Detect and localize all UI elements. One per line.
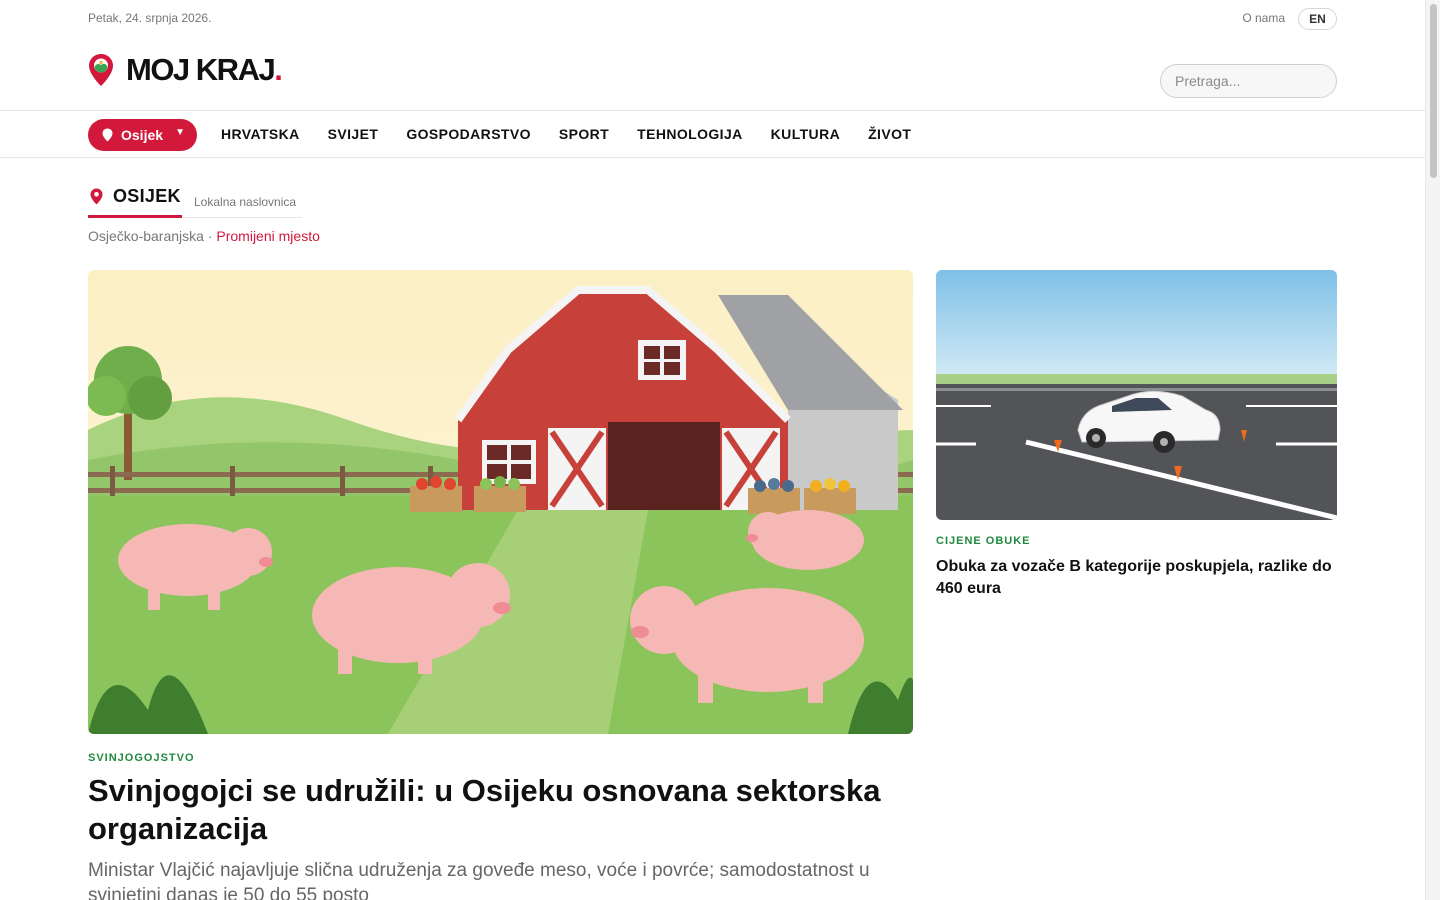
about-link[interactable]: O nama bbox=[1242, 11, 1285, 25]
side-article-image[interactable] bbox=[936, 270, 1337, 520]
change-location-link[interactable]: Promijeni mjesto bbox=[216, 228, 319, 244]
nav-item-zivot[interactable]: ŽIVOT bbox=[868, 126, 911, 142]
nav-item-sport[interactable]: SPORT bbox=[559, 126, 609, 142]
active-underline bbox=[88, 215, 182, 218]
location-pin-icon bbox=[102, 128, 113, 142]
nav-item-hrvatska[interactable]: HRVATSKA bbox=[221, 126, 300, 142]
nav-item-svijet[interactable]: SVIJET bbox=[328, 126, 379, 142]
location-city: OSIJEK bbox=[113, 186, 181, 206]
side-article-title[interactable]: Obuka za vozače B kategorije poskupjela,… bbox=[936, 556, 1337, 600]
nav-item-tehnologija[interactable]: TEHNOLOGIJA bbox=[637, 126, 743, 142]
region-line: Osječko-baranjska · Promijeni mjesto bbox=[88, 228, 320, 244]
city-selector-button[interactable]: Osijek ▼ bbox=[88, 119, 197, 151]
main-article-category[interactable]: SVINJOGOJSTVO bbox=[88, 752, 195, 764]
city-selector-label: Osijek bbox=[121, 127, 164, 143]
location-pin-icon bbox=[90, 188, 103, 205]
page-scrollbar[interactable] bbox=[1425, 0, 1440, 900]
region-name: Osječko-baranjska bbox=[88, 228, 204, 244]
nav-item-kultura[interactable]: KULTURA bbox=[771, 126, 840, 142]
location-subtitle: Lokalna naslovnica bbox=[194, 195, 297, 209]
site-logo[interactable]: MOJ KRAJ . bbox=[88, 50, 283, 90]
current-date: Petak, 24. srpnja 2026. bbox=[88, 11, 212, 25]
search-input[interactable] bbox=[1160, 64, 1337, 98]
page: Petak, 24. srpnja 2026. O nama EN MOJ KR… bbox=[0, 0, 1425, 900]
main-article-title[interactable]: Svinjogojci se udružili: u Osijeku osnov… bbox=[88, 772, 913, 848]
main-article-image[interactable] bbox=[88, 270, 913, 734]
nav-items: HRVATSKA SVIJET GOSPODARSTVO SPORT TEHNO… bbox=[221, 111, 939, 157]
logo-text: MOJ KRAJ bbox=[126, 52, 276, 87]
scrollbar-thumb[interactable] bbox=[1430, 4, 1437, 178]
language-switch-button[interactable]: EN bbox=[1298, 8, 1337, 30]
caret-down-icon: ▼ bbox=[175, 127, 185, 138]
side-article-category[interactable]: CIJENE OBUKE bbox=[936, 535, 1031, 547]
logo-dot: . bbox=[274, 52, 283, 87]
top-utility-bar: Petak, 24. srpnja 2026. O nama EN bbox=[88, 8, 1337, 30]
map-pin-icon bbox=[89, 54, 113, 86]
main-article-lead: Ministar Vlajčić najavljuje slična udruž… bbox=[88, 860, 870, 900]
main-navigation: Osijek ▼ HRVATSKA SVIJET GOSPODARSTVO SP… bbox=[0, 110, 1425, 158]
location-header: OSIJEK Lokalna naslovnica bbox=[88, 184, 302, 218]
region-separator: · bbox=[203, 228, 217, 244]
nav-item-gospodarstvo[interactable]: GOSPODARSTVO bbox=[406, 126, 531, 142]
